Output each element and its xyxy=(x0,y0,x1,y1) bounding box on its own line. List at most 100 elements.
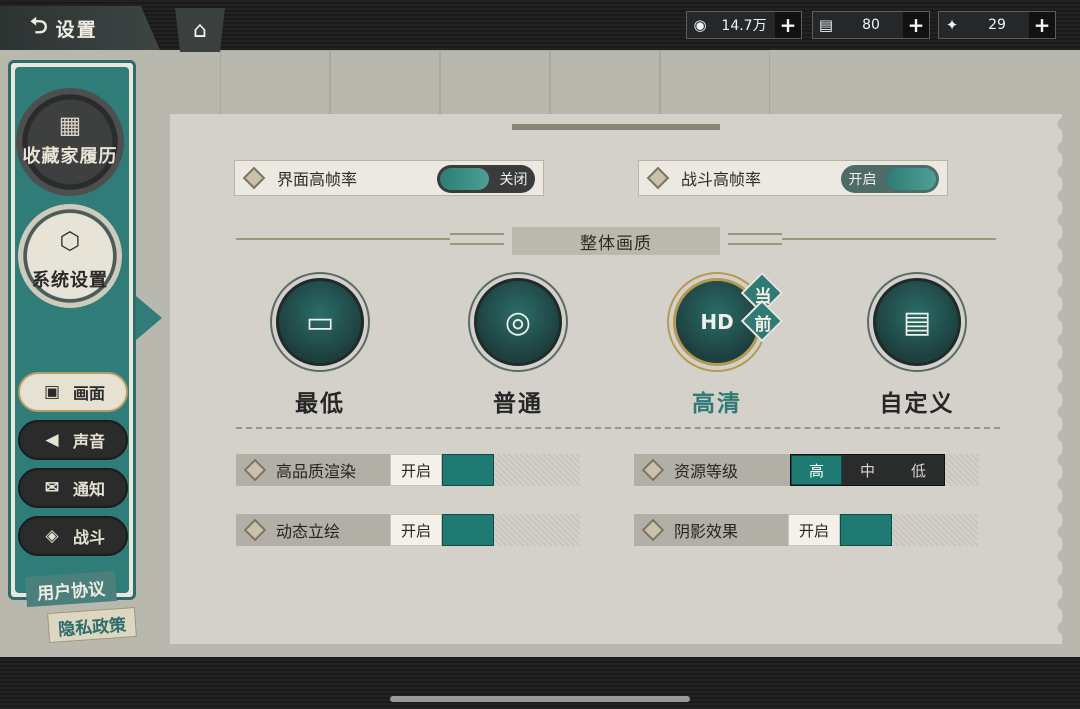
coin-icon: ◉ xyxy=(693,16,707,34)
quality-label: 普通 xyxy=(493,390,543,417)
switch-track xyxy=(892,514,978,546)
resource-gems: ✦ 29 + xyxy=(938,11,1056,39)
sidebar-item-label: 画面 xyxy=(72,384,105,403)
ticket-icon: ▤ xyxy=(818,16,834,34)
hq-render-row: 高品质渲染 xyxy=(236,454,390,486)
toggle-knob xyxy=(887,168,936,190)
divider-ornament-right xyxy=(728,233,782,245)
divider-left xyxy=(236,238,450,240)
switch-track xyxy=(945,454,979,486)
ui-high-framerate-label: 界面高帧率 xyxy=(277,170,358,189)
sidebar-item-sound[interactable]: ◀ 声音 xyxy=(18,420,128,460)
portrait-icon: ▦ xyxy=(58,111,82,139)
quality-custom[interactable]: ▤ 自定义 xyxy=(871,278,963,418)
toggle-knob xyxy=(440,168,489,190)
switch-state: 开启 xyxy=(788,514,840,546)
gem-icon: ✦ xyxy=(945,16,959,34)
section-title: 整体画质 xyxy=(512,227,720,255)
switch-state: 开启 xyxy=(390,454,442,486)
divider-right xyxy=(782,238,996,240)
battle-icon: ◈ xyxy=(45,526,59,546)
sidebar-item-battle[interactable]: ◈ 战斗 xyxy=(18,516,128,556)
home-indicator[interactable] xyxy=(390,696,690,702)
hq-render-switch[interactable]: 开启 xyxy=(390,454,580,486)
quality-normal[interactable]: ◎ 普通 xyxy=(472,278,564,418)
page-title: 设置 xyxy=(55,18,98,41)
battle-high-framerate-row: 战斗高帧率 开启 xyxy=(638,160,948,196)
level-track xyxy=(945,454,979,486)
quality-label: 高清 xyxy=(692,390,742,417)
divider-ornament-left xyxy=(450,233,504,245)
sidebar-item-notify[interactable]: ✉ 通知 xyxy=(18,468,128,508)
dynamic-art-row: 动态立绘 xyxy=(236,514,390,546)
selection-pointer xyxy=(136,296,162,340)
resource-tickets: ▤ 80 + xyxy=(812,11,930,39)
custom-settings-icon: ▤ xyxy=(873,278,961,366)
add-tickets-button[interactable]: + xyxy=(903,12,929,38)
image-icon: ▣ xyxy=(43,382,61,402)
sidebar-item-label: 战斗 xyxy=(72,528,105,547)
notification-icon: ✉ xyxy=(44,478,60,498)
camera-icon: ◎ xyxy=(474,278,562,366)
privacy-policy-link[interactable]: 隐私政策 xyxy=(47,606,137,644)
badge-char: 前 xyxy=(754,315,772,335)
switch-fill xyxy=(442,454,494,486)
battle-high-framerate-toggle[interactable]: 开启 xyxy=(841,165,939,193)
hexagon-icon: ⬡ xyxy=(59,227,81,255)
quality-label: 最低 xyxy=(295,390,345,417)
quality-lowest[interactable]: ▭ 最低 xyxy=(274,278,366,418)
quality-label: 自定义 xyxy=(879,390,955,417)
home-button[interactable]: ⌂ xyxy=(175,8,225,52)
back-arrow-icon: ⮌ xyxy=(30,14,48,39)
dynamic-art-label: 动态立绘 xyxy=(276,522,341,541)
switch-track xyxy=(494,454,580,486)
dashed-separator xyxy=(236,427,1000,429)
shadow-row: 阴影效果 xyxy=(634,514,788,546)
scroll-hint-bar xyxy=(512,124,720,130)
level-low-option[interactable]: 低 xyxy=(893,455,944,485)
diamond-icon xyxy=(640,517,666,543)
hq-render-label: 高品质渲染 xyxy=(276,462,357,481)
resource-level-row: 资源等级 xyxy=(634,454,790,486)
shadow-switch[interactable]: 开启 xyxy=(788,514,978,546)
home-icon: ⌂ xyxy=(193,17,207,43)
collector-history-button[interactable]: ▦ 收藏家履历 xyxy=(16,88,124,196)
system-settings-label: 系统设置 xyxy=(32,270,108,291)
battle-high-framerate-label: 战斗高帧率 xyxy=(681,170,762,189)
back-button[interactable]: ⮌ 设置 xyxy=(0,6,160,50)
ui-high-framerate-toggle[interactable]: 关闭 xyxy=(437,165,535,193)
dynamic-art-switch[interactable]: 开启 xyxy=(390,514,580,546)
diamond-icon xyxy=(645,165,671,191)
panel-scalloped-edge xyxy=(1052,114,1064,644)
coin-value: 14.7万 xyxy=(721,18,767,34)
resource-level-selector: 高 中 低 xyxy=(790,454,945,486)
diamond-icon xyxy=(241,165,267,191)
diamond-icon xyxy=(242,517,268,543)
sidebar-item-display[interactable]: ▣ 画面 xyxy=(18,372,128,412)
toggle-state: 关闭 xyxy=(499,172,528,188)
add-coins-button[interactable]: + xyxy=(775,12,801,38)
badge-char: 当 xyxy=(754,287,772,307)
ticket-value: 80 xyxy=(862,17,880,33)
speaker-icon: ◀ xyxy=(45,430,59,450)
collector-history-label: 收藏家履历 xyxy=(22,146,118,167)
level-high-option[interactable]: 高 xyxy=(791,455,842,485)
add-gems-button[interactable]: + xyxy=(1029,12,1055,38)
switch-fill xyxy=(840,514,892,546)
diamond-icon xyxy=(242,457,268,483)
film-icon: ▭ xyxy=(276,278,364,366)
sidebar-item-label: 声音 xyxy=(72,432,105,451)
shadow-label: 阴影效果 xyxy=(674,522,739,541)
current-badge: 当 前 xyxy=(740,271,784,343)
level-medium-option[interactable]: 中 xyxy=(842,455,893,485)
sidebar-item-label: 通知 xyxy=(72,480,105,499)
ui-high-framerate-row: 界面高帧率 关闭 xyxy=(234,160,544,196)
switch-state: 开启 xyxy=(390,514,442,546)
resource-coins: ◉ 14.7万 + xyxy=(686,11,802,39)
switch-fill xyxy=(442,514,494,546)
user-agreement-link[interactable]: 用户协议 xyxy=(25,570,117,608)
diamond-icon xyxy=(640,457,666,483)
system-settings-button[interactable]: ⬡ 系统设置 xyxy=(18,204,122,308)
switch-track xyxy=(494,514,580,546)
toggle-state: 开启 xyxy=(848,172,877,188)
